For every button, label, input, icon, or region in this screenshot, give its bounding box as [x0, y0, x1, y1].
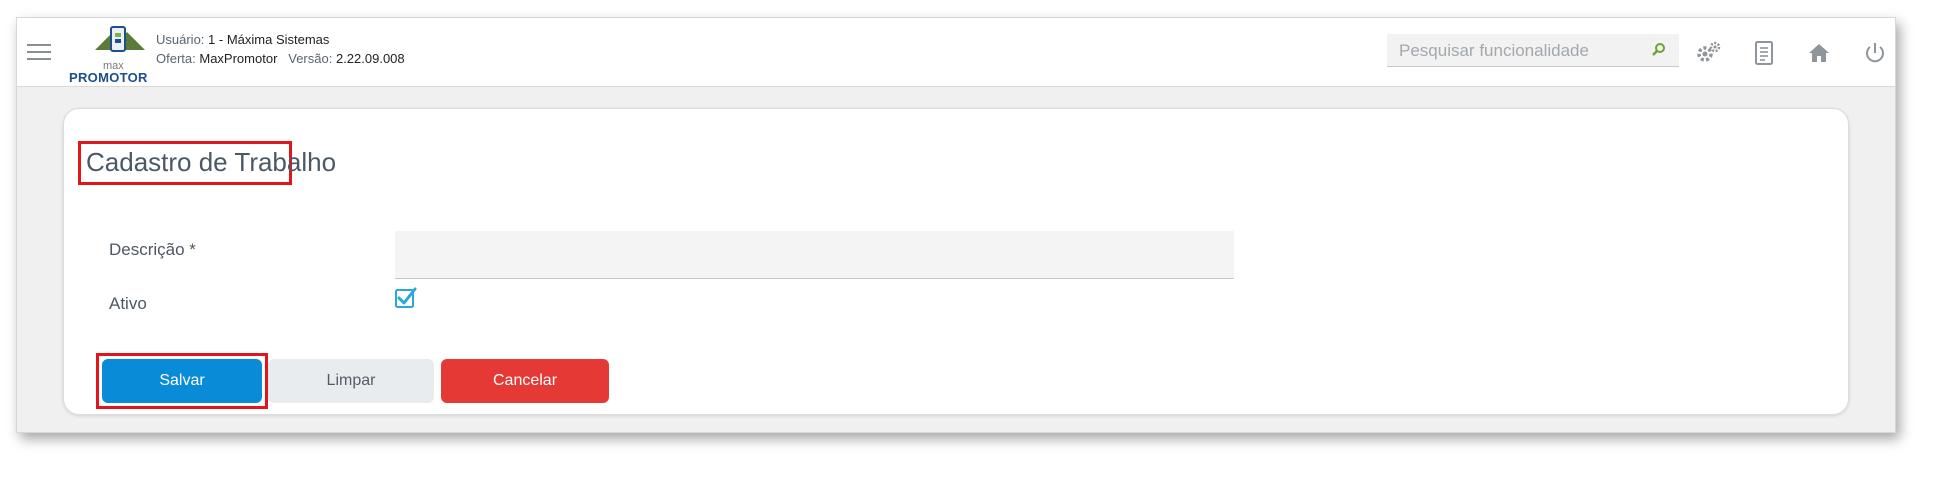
app-logo: max PROMOTOR [69, 24, 157, 85]
clear-button[interactable]: Limpar [268, 359, 434, 403]
offer-label: Oferta: [156, 51, 196, 66]
home-icon[interactable] [1806, 40, 1832, 66]
version-value: 2.22.09.008 [335, 51, 405, 66]
version-label: Versão: [288, 51, 333, 66]
active-label: Ativo [109, 294, 147, 313]
logo-icon [95, 26, 145, 52]
active-checkbox[interactable] [395, 287, 417, 309]
app-window: max PROMOTOR Usuário: 1 - Máxima Sistema… [16, 17, 1896, 433]
power-icon[interactable] [1862, 40, 1888, 66]
page-title: Cadastro de Trabalho [86, 147, 337, 177]
user-value: 1 - Máxima Sistemas [208, 32, 330, 47]
top-bar: max PROMOTOR Usuário: 1 - Máxima Sistema… [17, 18, 1895, 87]
user-label: Usuário: [156, 32, 205, 47]
search-box [1387, 34, 1679, 68]
document-icon[interactable] [1751, 40, 1777, 66]
search-input[interactable] [1387, 34, 1641, 68]
session-info: Usuário: 1 - Máxima Sistemas Oferta: Max… [156, 30, 405, 68]
gears-icon[interactable] [1695, 40, 1721, 66]
description-input[interactable] [395, 231, 1234, 279]
save-button[interactable]: Salvar [102, 359, 262, 403]
cancel-button[interactable]: Cancelar [441, 359, 609, 403]
logo-text-promotor: PROMOTOR [69, 70, 148, 85]
offer-value: MaxPromotor [199, 51, 278, 66]
form-card: Cadastro de Trabalho Descrição * Ativo S… [63, 108, 1849, 415]
menu-icon[interactable] [27, 44, 51, 62]
description-label: Descrição * [109, 240, 196, 259]
search-icon[interactable] [1651, 42, 1667, 58]
